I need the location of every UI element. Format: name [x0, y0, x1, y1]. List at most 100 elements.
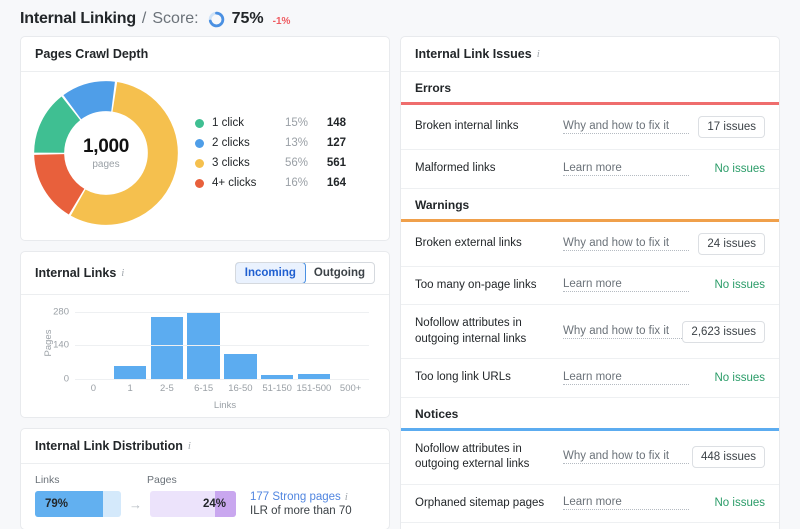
strong-pages-link[interactable]: 177 Strong pages i	[250, 491, 352, 503]
bar-cell	[112, 307, 149, 379]
dashboard-page: Internal Linking / Score: 75% -1% Pages …	[0, 0, 800, 529]
issues-section-header: Warnings	[401, 189, 779, 219]
issue-help-link[interactable]: Learn more	[563, 371, 689, 385]
issues-header: Internal Link Issues i	[401, 37, 779, 72]
distribution-col-pages-label: Pages	[147, 474, 187, 486]
internal-links-header: Internal Links i Incoming Outgoing	[21, 252, 389, 295]
incoming-outgoing-toggle[interactable]: Incoming Outgoing	[235, 262, 375, 284]
crawl-depth-header: Pages Crawl Depth	[21, 37, 389, 72]
legend-color-swatch	[195, 159, 204, 168]
issue-row: Broken internal linksWhy and how to fix …	[401, 105, 779, 150]
donut-total: 1,000	[83, 136, 129, 158]
legend-label: 1 click	[212, 117, 274, 129]
crawl-depth-body: 1,000 pages 1 click15%1482 clicks13%1273…	[21, 72, 389, 240]
bar-cell	[296, 307, 333, 379]
internal-links-card: Internal Links i Incoming Outgoing Pages…	[20, 251, 390, 418]
distribution-header: Internal Link Distribution i	[21, 429, 389, 464]
issue-name: Broken external links	[415, 236, 563, 252]
issue-count-cell: 448 issues	[691, 446, 765, 468]
internal-links-title: Internal Links	[35, 266, 116, 280]
right-column: Internal Link Issues i ErrorsBroken inte…	[400, 36, 780, 529]
legend-item: 3 clicks56%561	[195, 157, 346, 169]
no-issues-label: No issues	[715, 163, 766, 175]
no-issues-label: No issues	[715, 279, 766, 291]
x-axis-tick-label: 51-150	[259, 383, 296, 394]
issue-count-cell: 2,623 issues	[682, 321, 765, 343]
issue-count-badge[interactable]: 448 issues	[692, 446, 765, 468]
left-column: Pages Crawl Depth 1,000 pages 1 click15%…	[20, 36, 390, 529]
issue-help-link[interactable]: Why and how to fix it	[563, 450, 689, 464]
legend-value: 164	[308, 177, 346, 189]
issue-count-badge[interactable]: 24 issues	[698, 233, 765, 255]
issue-count-cell: No issues	[691, 279, 765, 291]
bar[interactable]	[224, 354, 256, 379]
info-icon[interactable]: i	[121, 268, 124, 279]
y-axis-tick-label: 0	[64, 374, 69, 385]
x-axis-title: Links	[75, 400, 375, 411]
pages-meter: 24%	[150, 491, 236, 517]
bar-cell	[259, 307, 296, 379]
bar-cell	[149, 307, 186, 379]
info-icon[interactable]: i	[537, 49, 540, 60]
page-header: Internal Linking / Score: 75% -1%	[0, 0, 800, 36]
toggle-option-incoming[interactable]: Incoming	[235, 262, 306, 284]
toggle-option-outgoing[interactable]: Outgoing	[305, 263, 374, 283]
no-issues-label: No issues	[715, 372, 766, 384]
legend-percent: 16%	[274, 177, 308, 189]
bar-chart-plot: Pages 2801400	[75, 307, 369, 379]
legend-label: 2 clicks	[212, 137, 274, 149]
strong-pages-note-block: 177 Strong pages i ILR of more than 70	[250, 491, 352, 517]
x-axis-tick-label: 1	[112, 383, 149, 394]
issue-row: Nofollow attributes in outgoing internal…	[401, 305, 779, 359]
x-axis-tick-label: 6-15	[185, 383, 222, 394]
y-axis-tick-label: 140	[53, 340, 69, 351]
x-axis-ticks: 012-56-1516-5051-150151-500500+	[75, 383, 369, 394]
bar-cell	[222, 307, 259, 379]
issue-help-link[interactable]: Learn more	[563, 162, 689, 176]
internal-links-body: Pages 2801400 012-56-1516-5051-150151-50…	[21, 295, 389, 417]
issue-help-link[interactable]: Why and how to fix it	[563, 325, 682, 339]
issue-name: Orphaned sitemap pages	[415, 496, 563, 512]
issue-row: Too long link URLsLearn more No issues	[401, 359, 779, 398]
legend-percent: 56%	[274, 157, 308, 169]
legend-value: 561	[308, 157, 346, 169]
title-separator: /	[142, 10, 146, 28]
issue-help-link[interactable]: Learn more	[563, 496, 689, 510]
info-icon[interactable]: i	[188, 441, 191, 452]
issue-name: Nofollow attributes in outgoing external…	[415, 442, 563, 473]
no-issues-label: No issues	[715, 497, 766, 509]
issue-count-badge[interactable]: 2,623 issues	[682, 321, 765, 343]
donut-center-label: 1,000 pages	[31, 78, 181, 228]
bar[interactable]	[114, 366, 146, 379]
issues-title: Internal Link Issues	[415, 47, 532, 61]
issues-list: ErrorsBroken internal linksWhy and how t…	[401, 72, 779, 529]
bar[interactable]	[151, 317, 183, 379]
legend-percent: 13%	[274, 137, 308, 149]
pages-percent: 24%	[203, 498, 236, 510]
issue-count-cell: No issues	[691, 163, 765, 175]
issue-count-cell: No issues	[691, 497, 765, 509]
issues-section-header: Errors	[401, 72, 779, 102]
internal-link-issues-card: Internal Link Issues i ErrorsBroken inte…	[400, 36, 780, 529]
issue-name: Too long link URLs	[415, 370, 563, 386]
legend-percent: 15%	[274, 117, 308, 129]
strong-pages-subtext: ILR of more than 70	[250, 505, 352, 517]
issue-count-badge[interactable]: 17 issues	[698, 116, 765, 138]
bar-cell	[332, 307, 369, 379]
legend-value: 127	[308, 137, 346, 149]
links-percent: 79%	[35, 498, 68, 510]
distribution-row: 79% → 24% 177 Strong pages i IL	[35, 491, 375, 517]
issue-help-link[interactable]: Why and how to fix it	[563, 120, 689, 134]
issue-help-link[interactable]: Why and how to fix it	[563, 237, 689, 251]
info-icon[interactable]: i	[345, 492, 348, 503]
issue-name: Nofollow attributes in outgoing internal…	[415, 316, 563, 347]
legend-color-swatch	[195, 119, 204, 128]
issue-help-link[interactable]: Learn more	[563, 278, 689, 292]
links-meter: 79%	[35, 491, 121, 517]
distribution-body: Links Pages 79% → 24%	[21, 464, 389, 529]
internal-link-distribution-card: Internal Link Distribution i Links Pages…	[20, 428, 390, 529]
distribution-column-headers: Links Pages	[35, 474, 375, 486]
donut-legend: 1 click15%1482 clicks13%1273 clicks56%56…	[195, 117, 346, 189]
legend-item: 4+ clicks16%164	[195, 177, 346, 189]
legend-color-swatch	[195, 179, 204, 188]
